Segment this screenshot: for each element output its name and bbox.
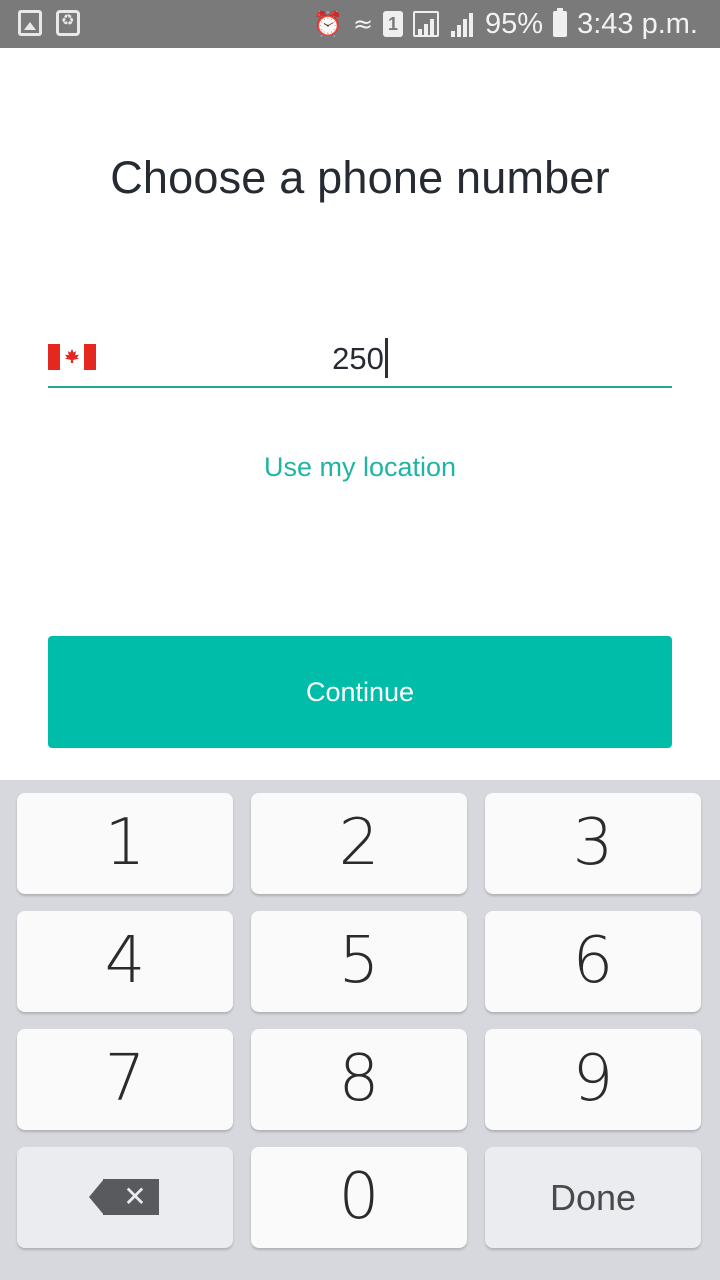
continue-button[interactable]: Continue [48,636,672,748]
backspace-icon: ✕ [89,1179,159,1215]
key-5[interactable]: 5 [251,911,467,1012]
signal-icon [413,11,440,37]
alarm-icon: ⏰ [313,10,343,38]
done-key[interactable]: Done [485,1147,701,1248]
sim-icon: 1 [383,11,404,37]
wifi-icon: ≈ [352,10,374,38]
clock: 3:43 p.m. [577,7,698,40]
key-4[interactable]: 4 [17,911,233,1012]
key-1[interactable]: 1 [17,793,233,894]
page-title: Choose a phone number [110,152,610,203]
key-0[interactable]: 0 [251,1147,467,1248]
key-6[interactable]: 6 [485,911,701,1012]
battery-icon [553,8,568,37]
key-9[interactable]: 9 [485,1029,701,1130]
phone-number-field[interactable]: 250 [48,330,672,388]
signal-icon [449,11,475,37]
status-bar: ⏰ ≈ 1 95% 3:43 p.m. [0,0,720,48]
phone-number-input[interactable]: 250 [48,338,672,378]
battery-percent: 95% [485,7,544,40]
key-3[interactable]: 3 [485,793,701,894]
key-8[interactable]: 8 [251,1029,467,1130]
key-7[interactable]: 7 [17,1029,233,1130]
numeric-keyboard: 1 2 3 4 5 6 7 8 9 ✕ 0 Done [0,780,720,1280]
phone-number-value: 250 [332,341,384,376]
backspace-key[interactable]: ✕ [17,1147,233,1248]
use-my-location-link[interactable]: Use my location [0,452,720,483]
text-cursor [384,338,388,378]
gallery-icon [18,10,42,36]
recycle-battery-icon [56,10,80,36]
key-2[interactable]: 2 [251,793,467,894]
